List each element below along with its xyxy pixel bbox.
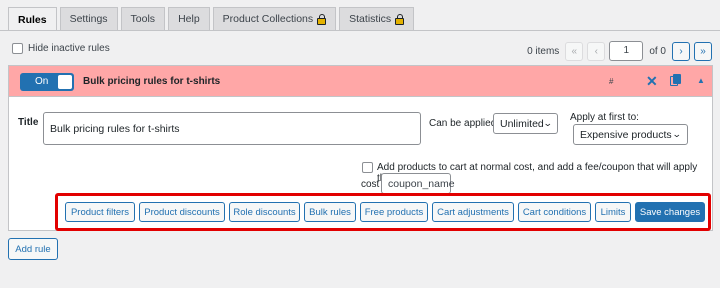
lock-icon: [317, 13, 327, 25]
cart-conditions-button[interactable]: Cart conditions: [518, 202, 591, 222]
hide-inactive-label: Hide inactive rules: [28, 43, 110, 54]
tab-label: Rules: [18, 13, 47, 26]
rule-header-title: Bulk pricing rules for t-shirts: [83, 76, 221, 87]
copy-icon[interactable]: [670, 74, 681, 87]
cart-adjustments-button[interactable]: Cart adjustments: [432, 202, 514, 222]
tab-label: Product Collections: [222, 13, 314, 25]
can-be-applied-label: Can be applied:: [429, 118, 500, 129]
chevron-down-icon: ⌄: [672, 129, 683, 139]
rule-enabled-toggle[interactable]: On: [20, 73, 74, 91]
role-discounts-button[interactable]: Role discounts: [229, 202, 300, 222]
product-filters-button[interactable]: Product filters: [65, 202, 135, 222]
next-page-button[interactable]: ›: [672, 41, 690, 61]
tab-statistics[interactable]: Statistics: [339, 7, 415, 30]
title-input[interactable]: Bulk pricing rules for t-shirts: [43, 112, 421, 145]
last-page-button[interactable]: »: [694, 41, 712, 61]
cost-label: cost: [361, 179, 380, 190]
pagination: 0 items « ‹ 1 of 0 › »: [525, 41, 712, 61]
toggle-label: On: [35, 76, 49, 87]
tab-bar: Rules Settings Tools Help Product Collec…: [8, 7, 415, 31]
save-changes-button[interactable]: Save changes: [635, 202, 705, 222]
bulk-rules-button[interactable]: Bulk rules: [304, 202, 356, 222]
select-value: Unlimited: [500, 117, 544, 130]
add-products-checkbox[interactable]: [362, 162, 373, 173]
lock-icon: [395, 13, 405, 25]
free-products-button[interactable]: Free products: [360, 202, 428, 222]
product-discounts-button[interactable]: Product discounts: [139, 202, 225, 222]
first-page-button[interactable]: «: [565, 41, 584, 61]
toggle-knob: [58, 75, 72, 89]
tab-label: Tools: [130, 13, 156, 25]
select-value: Expensive products: [580, 128, 672, 141]
tab-tools[interactable]: Tools: [120, 7, 166, 30]
rule-id-hash: #: [609, 77, 614, 86]
apply-first-label: Apply at first to:: [570, 112, 639, 123]
prev-page-button[interactable]: ‹: [587, 41, 606, 61]
tab-settings[interactable]: Settings: [59, 7, 118, 30]
items-count: 0 items: [527, 45, 560, 57]
hide-inactive-checkbox[interactable]: [12, 43, 23, 54]
tab-label: Help: [178, 13, 200, 25]
tab-label: Statistics: [349, 13, 392, 25]
tab-product-collections[interactable]: Product Collections: [212, 7, 337, 30]
rule-header[interactable]: On Bulk pricing rules for t-shirts # ✕ ▲: [9, 66, 712, 97]
apply-first-select[interactable]: Expensive products ⌄: [573, 124, 688, 145]
limits-button[interactable]: Limits: [595, 202, 631, 222]
hide-inactive-toggle[interactable]: Hide inactive rules: [12, 43, 110, 54]
add-rule-button[interactable]: Add rule: [8, 238, 58, 260]
tab-label: Settings: [69, 13, 108, 25]
close-icon[interactable]: ✕: [646, 73, 658, 90]
tabs-divider: [0, 30, 720, 31]
tab-rules[interactable]: Rules: [8, 7, 57, 31]
total-pages: of 0: [649, 45, 666, 57]
coupon-name-input[interactable]: coupon_name: [381, 173, 455, 194]
chevron-down-icon: ⌄: [542, 118, 553, 128]
tab-help[interactable]: Help: [168, 7, 210, 30]
collapse-caret-icon[interactable]: ▲: [697, 76, 705, 85]
current-page-input[interactable]: 1: [609, 41, 644, 61]
can-be-applied-select[interactable]: Unlimited ⌄: [493, 113, 558, 134]
title-label: Title: [18, 117, 39, 128]
